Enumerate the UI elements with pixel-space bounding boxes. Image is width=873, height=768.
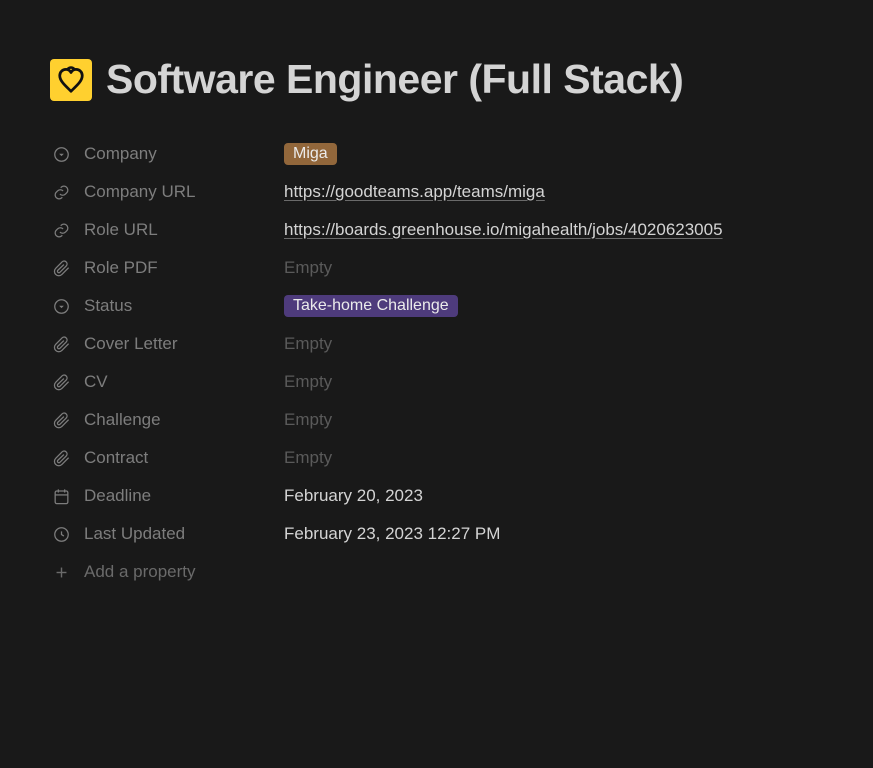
property-row-role-pdf: Role PDF Empty bbox=[50, 249, 823, 287]
paperclip-icon bbox=[50, 447, 72, 469]
property-label[interactable]: Company bbox=[50, 143, 284, 165]
empty-value: Empty bbox=[284, 258, 332, 278]
properties-list: Company Miga Company URL https://goodtea… bbox=[50, 135, 823, 591]
calendar-icon bbox=[50, 485, 72, 507]
property-label[interactable]: Deadline bbox=[50, 485, 284, 507]
select-down-icon bbox=[50, 143, 72, 165]
link-icon bbox=[50, 219, 72, 241]
property-row-last-updated: Last Updated February 23, 2023 12:27 PM bbox=[50, 515, 823, 553]
property-label[interactable]: Company URL bbox=[50, 181, 284, 203]
select-down-icon bbox=[50, 295, 72, 317]
property-value-last-updated[interactable]: February 23, 2023 12:27 PM bbox=[284, 524, 823, 544]
property-row-status: Status Take-home Challenge bbox=[50, 287, 823, 325]
property-label-text: CV bbox=[84, 372, 108, 392]
page-title[interactable]: Software Engineer (Full Stack) bbox=[106, 56, 683, 103]
link-icon bbox=[50, 181, 72, 203]
property-value-deadline[interactable]: February 20, 2023 bbox=[284, 486, 823, 506]
paperclip-icon bbox=[50, 371, 72, 393]
property-label[interactable]: Cover Letter bbox=[50, 333, 284, 355]
property-value-cover-letter[interactable]: Empty bbox=[284, 334, 823, 354]
property-label[interactable]: Role URL bbox=[50, 219, 284, 241]
heart-loop-icon bbox=[56, 65, 86, 95]
empty-value: Empty bbox=[284, 410, 332, 430]
property-label[interactable]: Status bbox=[50, 295, 284, 317]
paperclip-icon bbox=[50, 409, 72, 431]
company-tag: Miga bbox=[284, 143, 337, 165]
empty-value: Empty bbox=[284, 334, 332, 354]
property-row-company-url: Company URL https://goodteams.app/teams/… bbox=[50, 173, 823, 211]
property-label[interactable]: Challenge bbox=[50, 409, 284, 431]
property-label-text: Deadline bbox=[84, 486, 151, 506]
property-row-contract: Contract Empty bbox=[50, 439, 823, 477]
property-value-contract[interactable]: Empty bbox=[284, 448, 823, 468]
datetime-value: February 23, 2023 12:27 PM bbox=[284, 524, 500, 544]
property-value-cv[interactable]: Empty bbox=[284, 372, 823, 392]
url-link: https://boards.greenhouse.io/migahealth/… bbox=[284, 220, 723, 240]
property-label[interactable]: Last Updated bbox=[50, 523, 284, 545]
date-value: February 20, 2023 bbox=[284, 486, 423, 506]
property-row-cv: CV Empty bbox=[50, 363, 823, 401]
property-row-cover-letter: Cover Letter Empty bbox=[50, 325, 823, 363]
url-link: https://goodteams.app/teams/miga bbox=[284, 182, 545, 202]
property-value-challenge[interactable]: Empty bbox=[284, 410, 823, 430]
property-value-role-pdf[interactable]: Empty bbox=[284, 258, 823, 278]
property-value-status[interactable]: Take-home Challenge bbox=[284, 295, 823, 317]
property-row-role-url: Role URL https://boards.greenhouse.io/mi… bbox=[50, 211, 823, 249]
page-icon[interactable] bbox=[50, 59, 92, 101]
property-label-text: Challenge bbox=[84, 410, 161, 430]
property-row-company: Company Miga bbox=[50, 135, 823, 173]
property-label-text: Company bbox=[84, 144, 157, 164]
property-row-deadline: Deadline February 20, 2023 bbox=[50, 477, 823, 515]
property-label-text: Contract bbox=[84, 448, 148, 468]
property-value-company-url[interactable]: https://goodteams.app/teams/miga bbox=[284, 182, 823, 202]
empty-value: Empty bbox=[284, 448, 332, 468]
property-label-text: Company URL bbox=[84, 182, 196, 202]
title-row: Software Engineer (Full Stack) bbox=[50, 56, 823, 103]
paperclip-icon bbox=[50, 333, 72, 355]
add-property-label: Add a property bbox=[84, 562, 196, 582]
property-row-challenge: Challenge Empty bbox=[50, 401, 823, 439]
empty-value: Empty bbox=[284, 372, 332, 392]
paperclip-icon bbox=[50, 257, 72, 279]
property-label[interactable]: CV bbox=[50, 371, 284, 393]
property-label[interactable]: Contract bbox=[50, 447, 284, 469]
property-label-text: Role URL bbox=[84, 220, 158, 240]
property-label-text: Last Updated bbox=[84, 524, 185, 544]
status-tag: Take-home Challenge bbox=[284, 295, 458, 317]
property-label[interactable]: Role PDF bbox=[50, 257, 284, 279]
add-property-button[interactable]: Add a property bbox=[50, 553, 823, 591]
plus-icon bbox=[50, 561, 72, 583]
clock-icon bbox=[50, 523, 72, 545]
property-label-text: Cover Letter bbox=[84, 334, 178, 354]
property-label-text: Role PDF bbox=[84, 258, 158, 278]
property-value-company[interactable]: Miga bbox=[284, 143, 823, 165]
property-value-role-url[interactable]: https://boards.greenhouse.io/migahealth/… bbox=[284, 220, 823, 240]
property-label-text: Status bbox=[84, 296, 132, 316]
